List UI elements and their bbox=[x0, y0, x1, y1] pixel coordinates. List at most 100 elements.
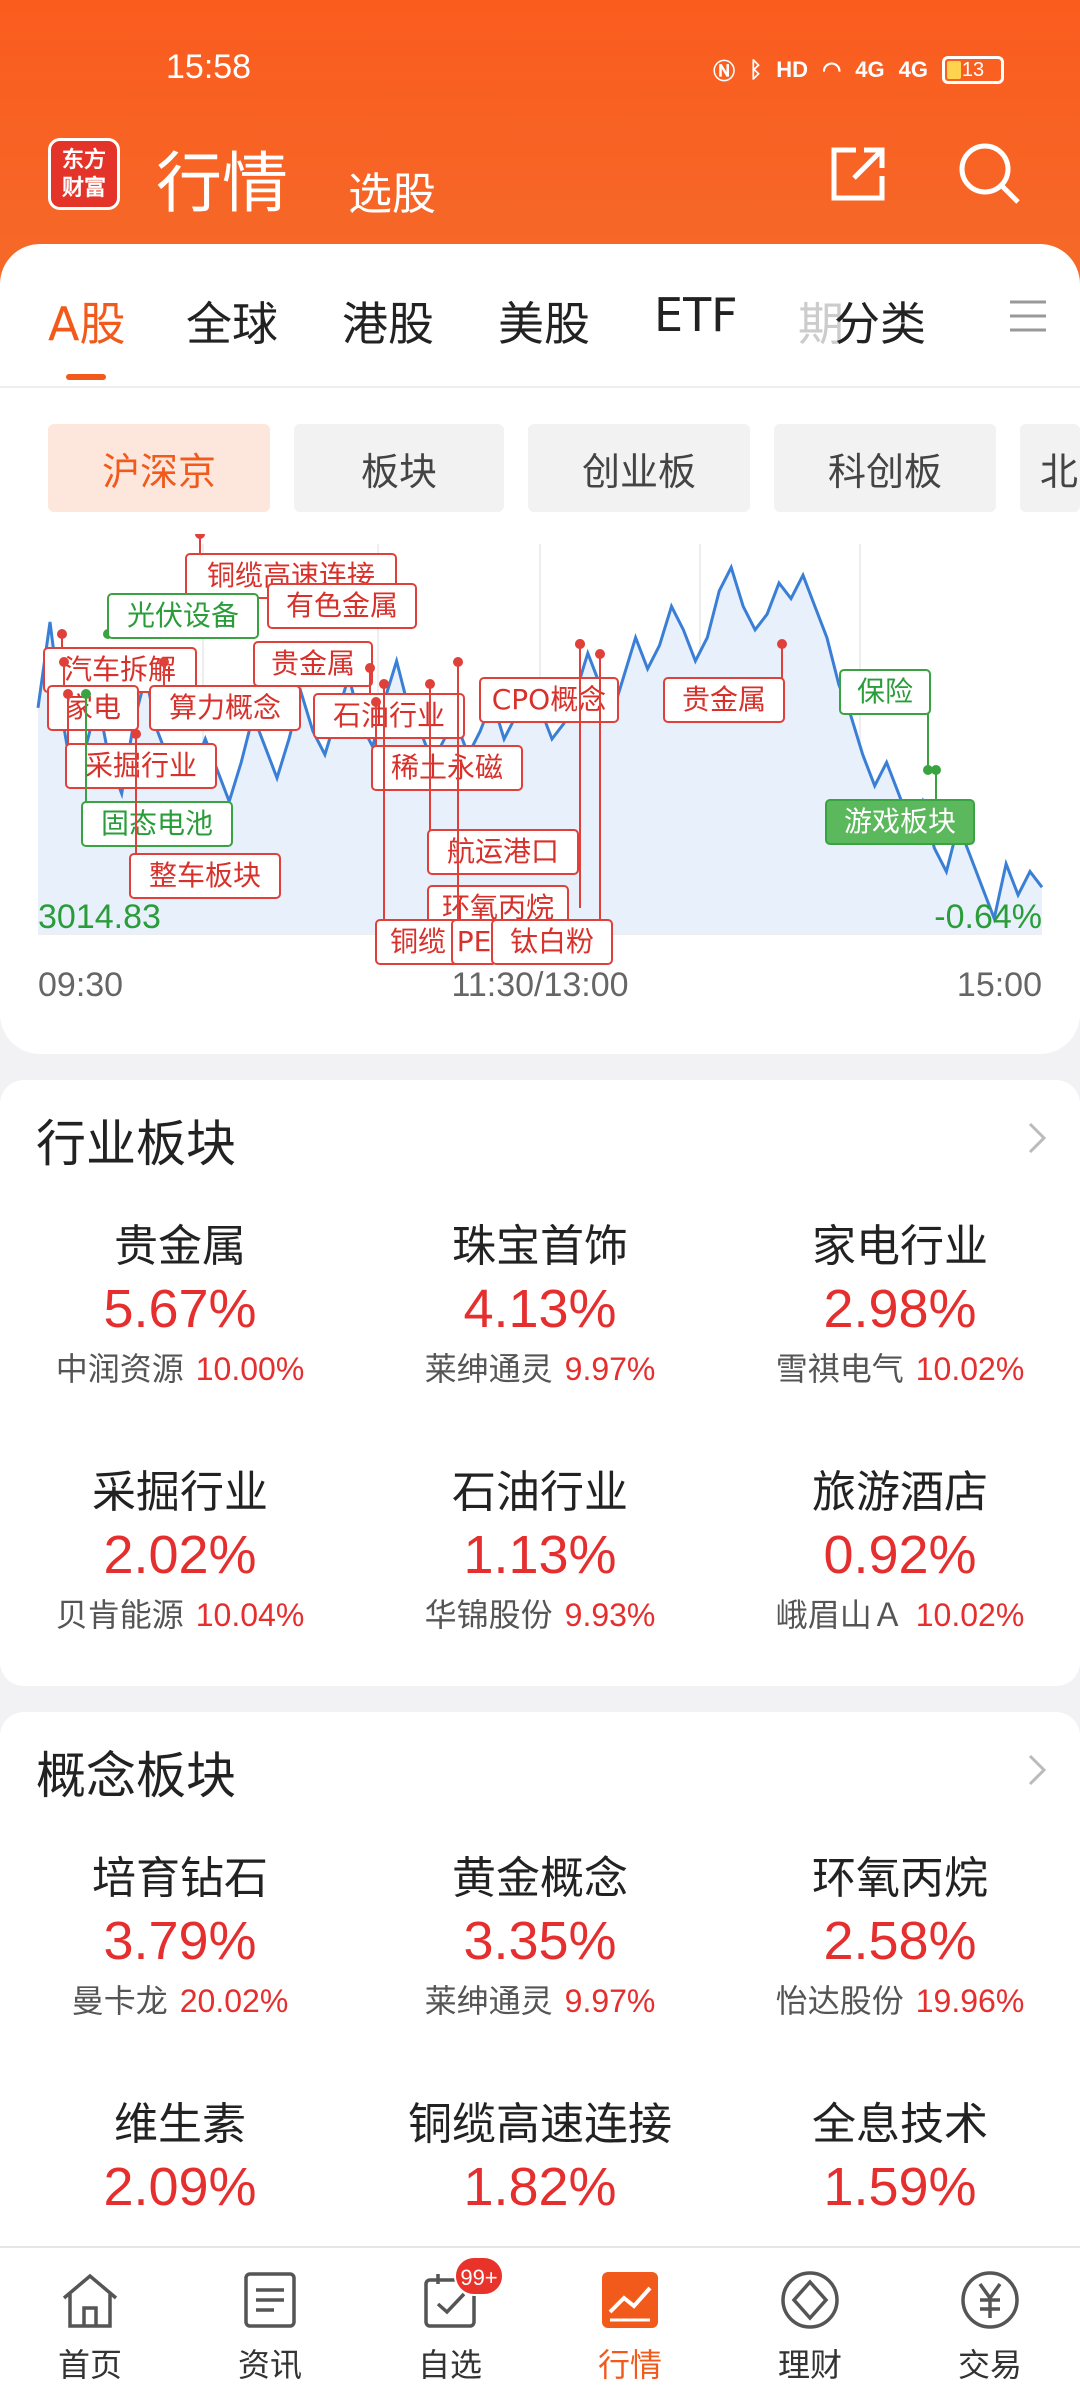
nav-watchlist[interactable]: 自选 bbox=[360, 2248, 540, 2400]
sector-name: 黄金概念 bbox=[452, 1853, 628, 1904]
app-logo[interactable]: 东方 财富 bbox=[48, 138, 120, 210]
sector-tag-label: 石油行业 bbox=[333, 699, 445, 732]
share-icon[interactable] bbox=[826, 142, 890, 206]
tab-divider bbox=[0, 386, 1080, 388]
nav-market[interactable]: 行情 bbox=[540, 2248, 720, 2400]
industry-title: 行业板块 bbox=[36, 1115, 236, 1173]
sector-tag-label: 铜缆 bbox=[390, 925, 446, 958]
concept-sector-cell[interactable]: 培育钻石 3.79% 曼卡龙 20.02% bbox=[0, 1842, 360, 2022]
sector-tag-label: 固态电池 bbox=[101, 807, 213, 840]
nav-home[interactable]: 首页 bbox=[0, 2248, 180, 2400]
industry-sector-cell[interactable]: 石油行业 1.13% 华锦股份 9.93% bbox=[360, 1456, 720, 1636]
concept-sector-cell[interactable]: 维生素 2.09% bbox=[0, 2088, 360, 2218]
nav-news[interactable]: 资讯 bbox=[180, 2248, 360, 2400]
sector-tag-label: 钛白粉 bbox=[510, 925, 594, 958]
sector-change: 2.58% bbox=[823, 1911, 977, 1971]
signal-icon-2: 4G bbox=[898, 57, 928, 82]
leading-stock: 贝肯能源 10.04% bbox=[0, 1590, 360, 1636]
sector-tag-label: 有色金属 bbox=[286, 589, 398, 622]
nfc-icon: Ⓝ bbox=[713, 59, 736, 84]
status-bar: 15:58 Ⓝ ᛒ HD ◠ 4G 4G 13 bbox=[0, 48, 1080, 98]
leading-stock-change: 10.02% bbox=[915, 1597, 1025, 1633]
sector-change: 5.67% bbox=[103, 1279, 257, 1339]
leading-stock-name: 怡达股份 bbox=[775, 1982, 904, 2020]
leading-stock-name: 雪祺电气 bbox=[775, 1350, 904, 1388]
sector-tag-label: PE bbox=[457, 925, 492, 958]
sector-tag-dot bbox=[195, 534, 205, 539]
logo-line2: 财富 bbox=[61, 176, 106, 201]
tab-etf[interactable]: ETF bbox=[654, 288, 738, 342]
chevron-right-icon[interactable] bbox=[1022, 1118, 1052, 1158]
hd-icon: HD bbox=[776, 57, 809, 82]
sector-tag-dot bbox=[131, 729, 141, 739]
industry-sector-cell[interactable]: 贵金属 5.67% 中润资源 10.00% bbox=[0, 1210, 360, 1390]
sector-tag-label: 航运港口 bbox=[447, 835, 559, 868]
leading-stock-name: 曼卡龙 bbox=[71, 1982, 168, 2020]
chevron-right-icon[interactable] bbox=[1022, 1750, 1052, 1790]
sector-tag-dot bbox=[931, 765, 941, 775]
sector-tag-dot bbox=[595, 649, 605, 659]
concept-sector-cell[interactable]: 环氧丙烷 2.58% 怡达股份 19.96% bbox=[720, 1842, 1080, 2022]
tab-global[interactable]: 全球 bbox=[186, 288, 278, 354]
stock-picker-link[interactable]: 选股 bbox=[348, 158, 436, 222]
concept-sector-cell[interactable]: 铜缆高速连接 1.82% bbox=[360, 2088, 720, 2218]
market-tabs: A股 全球 港股 美股 ETF 期 分类 bbox=[0, 288, 1080, 368]
concept-title: 概念板块 bbox=[36, 1747, 236, 1805]
tab-a-shares[interactable]: A股 bbox=[48, 288, 125, 354]
concept-sector-cell[interactable]: 全息技术 1.59% bbox=[720, 2088, 1080, 2218]
leading-stock-change: 10.04% bbox=[195, 1597, 305, 1633]
sector-change: 4.13% bbox=[463, 1279, 617, 1339]
chart-low-value: 3014.83 bbox=[38, 898, 161, 936]
chart-x-tick: 15:00 bbox=[957, 966, 1042, 1004]
status-icons: Ⓝ ᛒ HD ◠ 4G 4G 13 bbox=[713, 54, 1004, 86]
nav-wealth[interactable]: 理财 bbox=[720, 2248, 900, 2400]
leading-stock-name: 贝肯能源 bbox=[55, 1596, 184, 1634]
industry-sector-cell[interactable]: 珠宝首饰 4.13% 莱绅通灵 9.97% bbox=[360, 1210, 720, 1390]
industry-sector-cell[interactable]: 家电行业 2.98% 雪祺电气 10.02% bbox=[720, 1210, 1080, 1390]
sector-tag-dot bbox=[371, 697, 381, 707]
industry-sector-cell[interactable]: 旅游酒店 0.92% 峨眉山Ａ 10.02% bbox=[720, 1456, 1080, 1636]
menu-icon[interactable] bbox=[1008, 296, 1048, 336]
yen-icon bbox=[961, 2271, 1019, 2329]
chip-sector[interactable]: 板块 bbox=[294, 424, 504, 512]
sector-tag-dot bbox=[425, 679, 435, 689]
leading-stock-change: 10.00% bbox=[195, 1351, 305, 1387]
tab-us[interactable]: 美股 bbox=[498, 288, 590, 354]
chip-star[interactable]: 科创板 bbox=[774, 424, 996, 512]
search-icon[interactable] bbox=[956, 140, 1022, 206]
sector-name: 石油行业 bbox=[452, 1467, 628, 1518]
sector-name: 旅游酒店 bbox=[812, 1467, 988, 1518]
sector-tag-dot bbox=[777, 639, 787, 649]
chip-bj[interactable]: 北 bbox=[1020, 424, 1080, 512]
concept-sector-cell[interactable]: 黄金概念 3.35% 莱绅通灵 9.97% bbox=[360, 1842, 720, 2022]
tab-hk[interactable]: 港股 bbox=[342, 288, 434, 354]
wifi-icon: ◠ bbox=[822, 57, 842, 82]
sector-tag-label: 游戏板块 bbox=[844, 805, 956, 838]
tab-category[interactable]: 分类 bbox=[834, 288, 926, 354]
leading-stock: 雪祺电气 10.02% bbox=[720, 1344, 1080, 1390]
sector-name: 维生素 bbox=[114, 2099, 246, 2150]
sector-change: 1.59% bbox=[823, 2157, 977, 2217]
intraday-chart[interactable]: 3034.20铜缆高速连接光伏设备有色金属汽车拆解贵金属家电算力概念石油行业CP… bbox=[0, 534, 1080, 1034]
concept-card: 概念板块 培育钻石 3.79% 曼卡龙 20.02% 黄金概念 3.35% 莱绅通灵 9.97… bbox=[0, 1712, 1080, 2272]
sector-name: 采掘行业 bbox=[92, 1467, 268, 1518]
sector-change: 2.02% bbox=[103, 1525, 257, 1585]
chart-change-value: -0.64% bbox=[934, 898, 1042, 936]
chip-chinext[interactable]: 创业板 bbox=[528, 424, 750, 512]
sector-change: 1.13% bbox=[463, 1525, 617, 1585]
sector-change: 2.09% bbox=[103, 2157, 257, 2217]
leading-stock: 莱绅通灵 9.97% bbox=[360, 1976, 720, 2022]
sector-tag-label: 光伏设备 bbox=[127, 599, 239, 632]
sector-tag-dot bbox=[81, 689, 91, 699]
nav-label: 理财 bbox=[777, 2346, 842, 2384]
sector-tag-label: 保险 bbox=[857, 675, 913, 708]
leading-stock: 怡达股份 19.96% bbox=[720, 1976, 1080, 2022]
industry-sector-cell[interactable]: 采掘行业 2.02% 贝肯能源 10.04% bbox=[0, 1456, 360, 1636]
leading-stock: 华锦股份 9.93% bbox=[360, 1590, 720, 1636]
sector-tag-label: 家电 bbox=[65, 691, 121, 724]
sector-tag-dot bbox=[59, 657, 69, 667]
nav-trade[interactable]: 交易 bbox=[900, 2248, 1080, 2400]
logo-line1: 东方 bbox=[61, 148, 106, 173]
sector-tag-label: 采掘行业 bbox=[85, 749, 197, 782]
chip-hs-bj[interactable]: 沪深京 bbox=[48, 424, 270, 512]
